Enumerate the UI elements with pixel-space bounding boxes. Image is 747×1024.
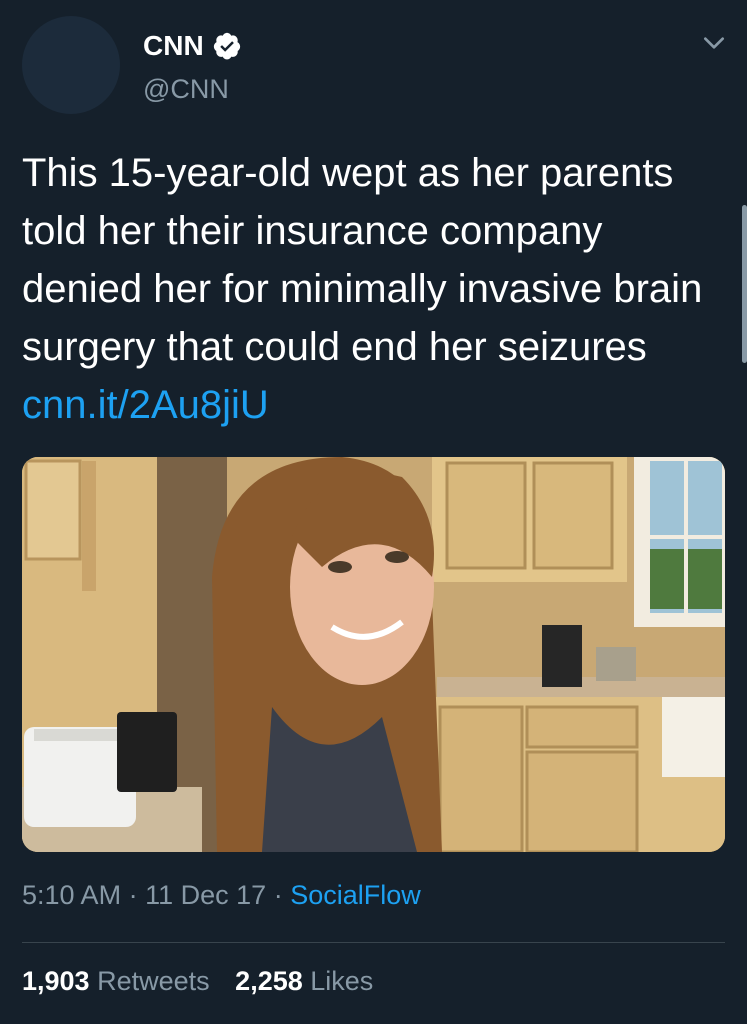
likes-stat[interactable]: 2,258 Likes [235, 966, 373, 996]
chevron-down-icon[interactable] [701, 30, 727, 56]
author-handle[interactable]: @CNN [143, 74, 229, 105]
verified-badge-icon [212, 31, 242, 61]
tweet-link[interactable]: cnn.it/2Au8jiU [22, 383, 269, 427]
tweet-time: 5:10 AM [22, 880, 122, 910]
tweet-body: This 15-year-old wept as her parents tol… [22, 151, 703, 369]
author-name-row: CNN [143, 30, 242, 62]
meta-separator: · [128, 880, 138, 910]
meta-separator: · [273, 880, 283, 910]
tweet-source[interactable]: SocialFlow [290, 880, 421, 910]
divider [22, 942, 725, 943]
scrollbar[interactable] [742, 205, 747, 363]
tweet-photo[interactable] [22, 457, 725, 852]
tweet-text: This 15-year-old wept as her parents tol… [22, 144, 722, 434]
retweets-stat[interactable]: 1,903 Retweets [22, 966, 210, 996]
author-name[interactable]: CNN [143, 30, 204, 62]
tweet-stats: 1,903 Retweets 2,258 Likes [22, 966, 391, 997]
retweets-count: 1,903 [22, 966, 90, 996]
tweet-date: 11 Dec 17 [145, 880, 267, 910]
avatar[interactable] [22, 16, 120, 114]
likes-label: Likes [310, 966, 374, 996]
retweets-label: Retweets [97, 966, 210, 996]
likes-count: 2,258 [235, 966, 303, 996]
tweet-meta: 5:10 AM · 11 Dec 17 · SocialFlow [22, 880, 421, 911]
